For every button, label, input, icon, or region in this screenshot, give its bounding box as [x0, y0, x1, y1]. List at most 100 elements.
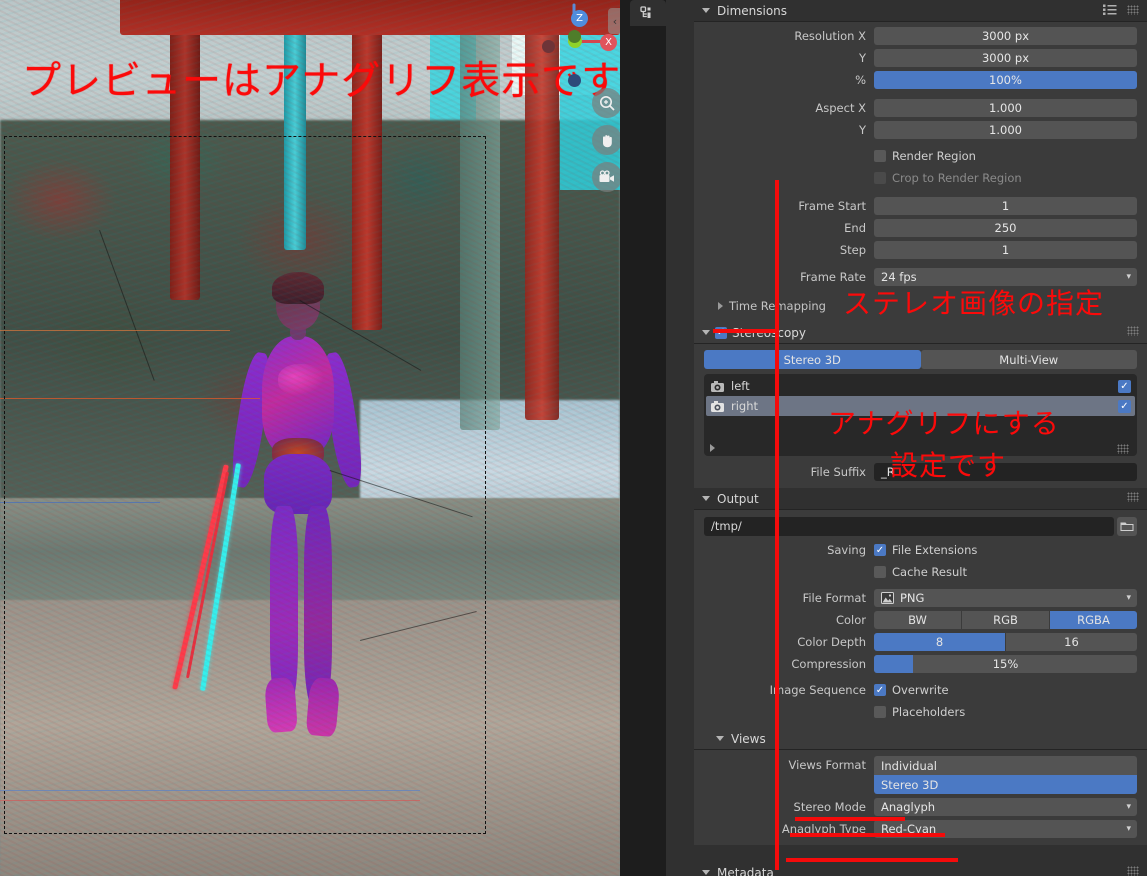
view-name-left: left — [731, 379, 750, 393]
dimensions-panel-header[interactable]: Dimensions — [694, 0, 1147, 22]
resolution-x-field[interactable]: 3000 px — [874, 27, 1137, 45]
frame-end-row[interactable]: End 250 — [704, 218, 1137, 238]
properties-editor[interactable]: Dimensions Resolution X 3000 px Y 3000 p… — [694, 0, 1147, 876]
torii-pillar-left — [170, 0, 200, 300]
panel-grip-icon[interactable] — [1127, 866, 1139, 876]
gizmo-ball-x[interactable]: X — [600, 34, 617, 51]
stereo-views-list[interactable]: left ✓ right ✓ — [704, 374, 1137, 456]
frame-step-row[interactable]: Step 1 — [704, 240, 1137, 260]
views-panel-header[interactable]: Views — [694, 728, 1147, 750]
list-item-right[interactable]: right ✓ — [706, 396, 1135, 416]
color-option-rgba[interactable]: RGBA — [1050, 611, 1137, 629]
render-region-row[interactable]: Render Region — [704, 146, 1137, 166]
stereoscopy-checkbox[interactable]: ✓ — [715, 326, 727, 339]
image-sequence-row[interactable]: Image Sequence ✓ Overwrite — [704, 680, 1137, 700]
list-item-left[interactable]: left ✓ — [706, 376, 1135, 396]
list-expander-icon[interactable] — [710, 444, 715, 452]
frame-end-field[interactable]: 250 — [874, 219, 1137, 237]
image-sequence-label: Image Sequence — [769, 683, 866, 697]
stereoscopy-mode-tabs[interactable]: Stereo 3D Multi-View — [704, 350, 1137, 369]
frame-rate-row[interactable]: Frame Rate 24 fps ▾ — [704, 267, 1137, 287]
anaglyph-type-dropdown[interactable]: Red-Cyan ▾ — [874, 820, 1137, 838]
color-depth-option-16[interactable]: 16 — [1006, 633, 1137, 651]
overwrite-checkbox[interactable]: ✓ — [874, 684, 886, 696]
gizmo-ball-y[interactable] — [568, 30, 581, 43]
output-panel-header[interactable]: Output — [694, 488, 1147, 510]
tab-stereo-3d[interactable]: Stereo 3D — [704, 350, 921, 369]
metadata-panel-header[interactable]: Metadata — [694, 862, 1147, 876]
file-extensions-checkbox[interactable]: ✓ — [874, 544, 886, 556]
outliner-editor-type-icon[interactable] — [630, 0, 666, 26]
view-enabled-checkbox-right[interactable]: ✓ — [1118, 399, 1131, 413]
expand-triangle-icon — [716, 736, 724, 741]
placeholders-checkbox[interactable] — [874, 706, 886, 718]
frame-start-row[interactable]: Frame Start 1 — [704, 196, 1137, 216]
sidebar-collapse-arrow[interactable]: ‹ — [608, 8, 620, 34]
file-format-row[interactable]: File Format PNG ▾ — [704, 588, 1137, 608]
time-remapping-label: Time Remapping — [729, 299, 826, 313]
resolution-percent-field[interactable]: 100% — [874, 71, 1137, 89]
views-format-row[interactable]: Views Format Individual Stereo 3D — [704, 756, 1137, 794]
3d-viewport[interactable]: プレビューはアナグリフ表示です Z X ‹ — [0, 0, 620, 876]
stereo-mode-dropdown[interactable]: Anaglyph ▾ — [874, 798, 1137, 816]
color-row[interactable]: Color BW RGB RGBA — [704, 610, 1137, 630]
resolution-y-row[interactable]: Y 3000 px — [704, 48, 1137, 68]
aspect-x-row[interactable]: Aspect X 1.000 — [704, 98, 1137, 118]
cache-result-row[interactable]: Cache Result — [704, 562, 1137, 582]
aspect-y-row[interactable]: Y 1.000 — [704, 120, 1137, 140]
viewport-nav-buttons[interactable] — [592, 88, 620, 199]
color-depth-segmented-control[interactable]: 8 16 — [874, 633, 1137, 651]
file-format-dropdown[interactable]: PNG ▾ — [874, 589, 1137, 607]
stereo-mode-row[interactable]: Stereo Mode Anaglyph ▾ — [704, 797, 1137, 817]
render-region-checkbox[interactable] — [874, 150, 886, 162]
compression-row[interactable]: Compression 15% — [704, 654, 1137, 674]
aspect-x-field[interactable]: 1.000 — [874, 99, 1137, 117]
gizmo-ball-neg-x[interactable] — [542, 40, 555, 53]
time-remapping-row[interactable]: Time Remapping — [704, 296, 1137, 316]
camera-view-icon[interactable] — [592, 162, 620, 192]
navigation-gizmo[interactable]: Z X — [538, 3, 617, 87]
color-option-bw[interactable]: BW — [874, 611, 962, 629]
resolution-y-field[interactable]: 3000 px — [874, 49, 1137, 67]
character-model[interactable] — [222, 272, 372, 748]
file-suffix-row[interactable]: File Suffix _R — [704, 462, 1137, 482]
gizmo-ball-neg-z[interactable] — [568, 74, 581, 87]
file-suffix-field[interactable]: _R — [874, 463, 1137, 481]
frame-start-field[interactable]: 1 — [874, 197, 1137, 215]
output-path-field[interactable]: /tmp/ — [704, 516, 1114, 536]
view-enabled-checkbox-left[interactable]: ✓ — [1118, 379, 1131, 393]
panel-grip-icon[interactable] — [1127, 492, 1139, 502]
cache-result-checkbox[interactable] — [874, 566, 886, 578]
views-title: Views — [731, 731, 766, 746]
gizmo-ball-z[interactable]: Z — [571, 10, 588, 27]
outliner-restriction-column[interactable] — [628, 0, 666, 876]
output-path-row[interactable]: /tmp/ — [704, 516, 1137, 536]
frame-rate-dropdown[interactable]: 24 fps ▾ — [874, 268, 1137, 286]
list-resize-grip-icon[interactable] — [1117, 444, 1129, 454]
views-format-individual[interactable]: Individual — [874, 756, 1137, 775]
properties-tab-column[interactable] — [666, 0, 694, 876]
stereoscopy-panel-header[interactable]: ✓ Stereoscopy — [694, 322, 1147, 344]
resolution-percent-row[interactable]: % 100% — [704, 70, 1137, 90]
list-view-icon[interactable] — [1103, 4, 1117, 16]
aspect-y-field[interactable]: 1.000 — [874, 121, 1137, 139]
folder-icon[interactable] — [1117, 516, 1137, 536]
resolution-x-row[interactable]: Resolution X 3000 px — [704, 26, 1137, 46]
color-option-rgb[interactable]: RGB — [962, 611, 1050, 629]
anaglyph-type-row[interactable]: Anaglyph Type Red-Cyan ▾ — [704, 819, 1137, 839]
views-format-options[interactable]: Individual Stereo 3D — [874, 756, 1137, 794]
tab-multi-view[interactable]: Multi-View — [920, 350, 1137, 369]
pan-hand-icon[interactable] — [592, 125, 620, 155]
guide-line-red — [0, 800, 420, 801]
color-segmented-control[interactable]: BW RGB RGBA — [874, 611, 1137, 629]
placeholders-row[interactable]: Placeholders — [704, 702, 1137, 722]
panel-grip-icon[interactable] — [1127, 326, 1139, 336]
saving-row[interactable]: Saving ✓ File Extensions — [704, 540, 1137, 560]
views-format-stereo-3d[interactable]: Stereo 3D — [874, 775, 1137, 794]
frame-step-field[interactable]: 1 — [874, 241, 1137, 259]
color-depth-option-8[interactable]: 8 — [874, 633, 1006, 651]
compression-slider[interactable]: 15% — [874, 655, 1137, 673]
panel-grip-icon[interactable] — [1127, 5, 1139, 15]
color-depth-row[interactable]: Color Depth 8 16 — [704, 632, 1137, 652]
zoom-icon[interactable] — [592, 88, 620, 118]
